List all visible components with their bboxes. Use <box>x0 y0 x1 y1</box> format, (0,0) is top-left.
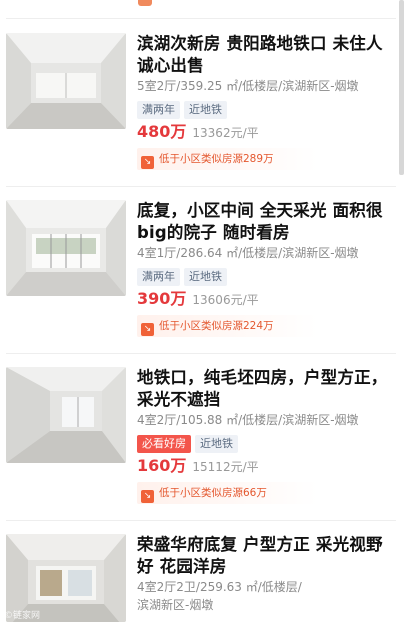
total-price: 160万 <box>137 456 187 475</box>
top-edge <box>0 0 404 18</box>
previous-listing-edge <box>138 0 152 6</box>
tag-group: 满两年 近地铁 <box>137 265 395 286</box>
price-compare-text: 低于小区类似房源224万 <box>159 320 274 332</box>
listing-meta: 5室2厅/359.25 ㎡/低楼层/滨湖新区-烟墩 <box>137 79 359 93</box>
tag: 近地铁 <box>184 268 227 286</box>
price-row: 160万 15112元/平 <box>137 456 395 476</box>
unit-price: 13606元/平 <box>192 293 259 307</box>
listing-title[interactable]: 底复，小区中间 全天采光 面积很big的院子 随时看房 <box>137 200 395 244</box>
listing-photo[interactable] <box>6 200 126 296</box>
price-row: 480万 13362元/平 <box>137 122 395 142</box>
listing-card[interactable]: ©链家网 荣盛华府底复 户型方正 采光视野好 花园洋房 4室2厅2卫/259.6… <box>0 520 404 622</box>
tag-group: 必看好房 近地铁 <box>137 432 395 453</box>
price-compare-banner: ↘ 低于小区类似房源224万 <box>137 315 395 337</box>
tag: 近地铁 <box>184 101 227 119</box>
listing-meta: 4室1厅/286.64 ㎡/低楼层/滨湖新区-烟墩 <box>137 246 359 260</box>
price-compare-banner: ↘ 低于小区类似房源289万 <box>137 148 395 170</box>
listing-photo[interactable] <box>6 33 126 129</box>
listing-card[interactable]: 滨湖次新房 贵阳路地铁口 未住人诚心出售 5室2厅/359.25 ㎡/低楼层/滨… <box>0 19 404 186</box>
listing-photo[interactable] <box>6 367 126 463</box>
listing-meta: 4室2厅2卫/259.63 ㎡/低楼层/ <box>137 580 302 594</box>
down-arrow-icon: ↘ <box>141 323 154 336</box>
listing-title[interactable]: 滨湖次新房 贵阳路地铁口 未住人诚心出售 <box>137 33 395 77</box>
listing-card[interactable]: 地铁口，纯毛坯四房，户型方正，采光不遮挡 4室2厅/105.88 ㎡/低楼层/滨… <box>0 353 404 520</box>
down-arrow-icon: ↘ <box>141 156 154 169</box>
price-compare-banner: ↘ 低于小区类似房源66万 <box>137 482 395 504</box>
listing-title[interactable]: 荣盛华府底复 户型方正 采光视野好 花园洋房 <box>137 534 395 578</box>
tag-group: 满两年 近地铁 <box>137 98 395 119</box>
unit-price: 15112元/平 <box>192 460 259 474</box>
photo-watermark: ©链家网 <box>4 611 41 621</box>
listing-location: 滨湖新区-烟墩 <box>137 598 214 612</box>
listing-card[interactable]: 底复，小区中间 全天采光 面积很big的院子 随时看房 4室1厅/286.64 … <box>0 186 404 353</box>
tag: 满两年 <box>137 101 180 119</box>
unit-price: 13362元/平 <box>192 126 259 140</box>
total-price: 480万 <box>137 122 187 141</box>
tag: 近地铁 <box>195 435 238 453</box>
tag: 满两年 <box>137 268 180 286</box>
price-compare-text: 低于小区类似房源66万 <box>159 487 267 499</box>
listing-meta: 4室2厅/105.88 ㎡/低楼层/滨湖新区-烟墩 <box>137 413 359 427</box>
listing-title[interactable]: 地铁口，纯毛坯四房，户型方正，采光不遮挡 <box>137 367 395 411</box>
down-arrow-icon: ↘ <box>141 490 154 503</box>
price-compare-text: 低于小区类似房源289万 <box>159 153 274 165</box>
total-price: 390万 <box>137 289 187 308</box>
must-see-tag: 必看好房 <box>137 435 191 453</box>
price-row: 390万 13606元/平 <box>137 289 395 309</box>
